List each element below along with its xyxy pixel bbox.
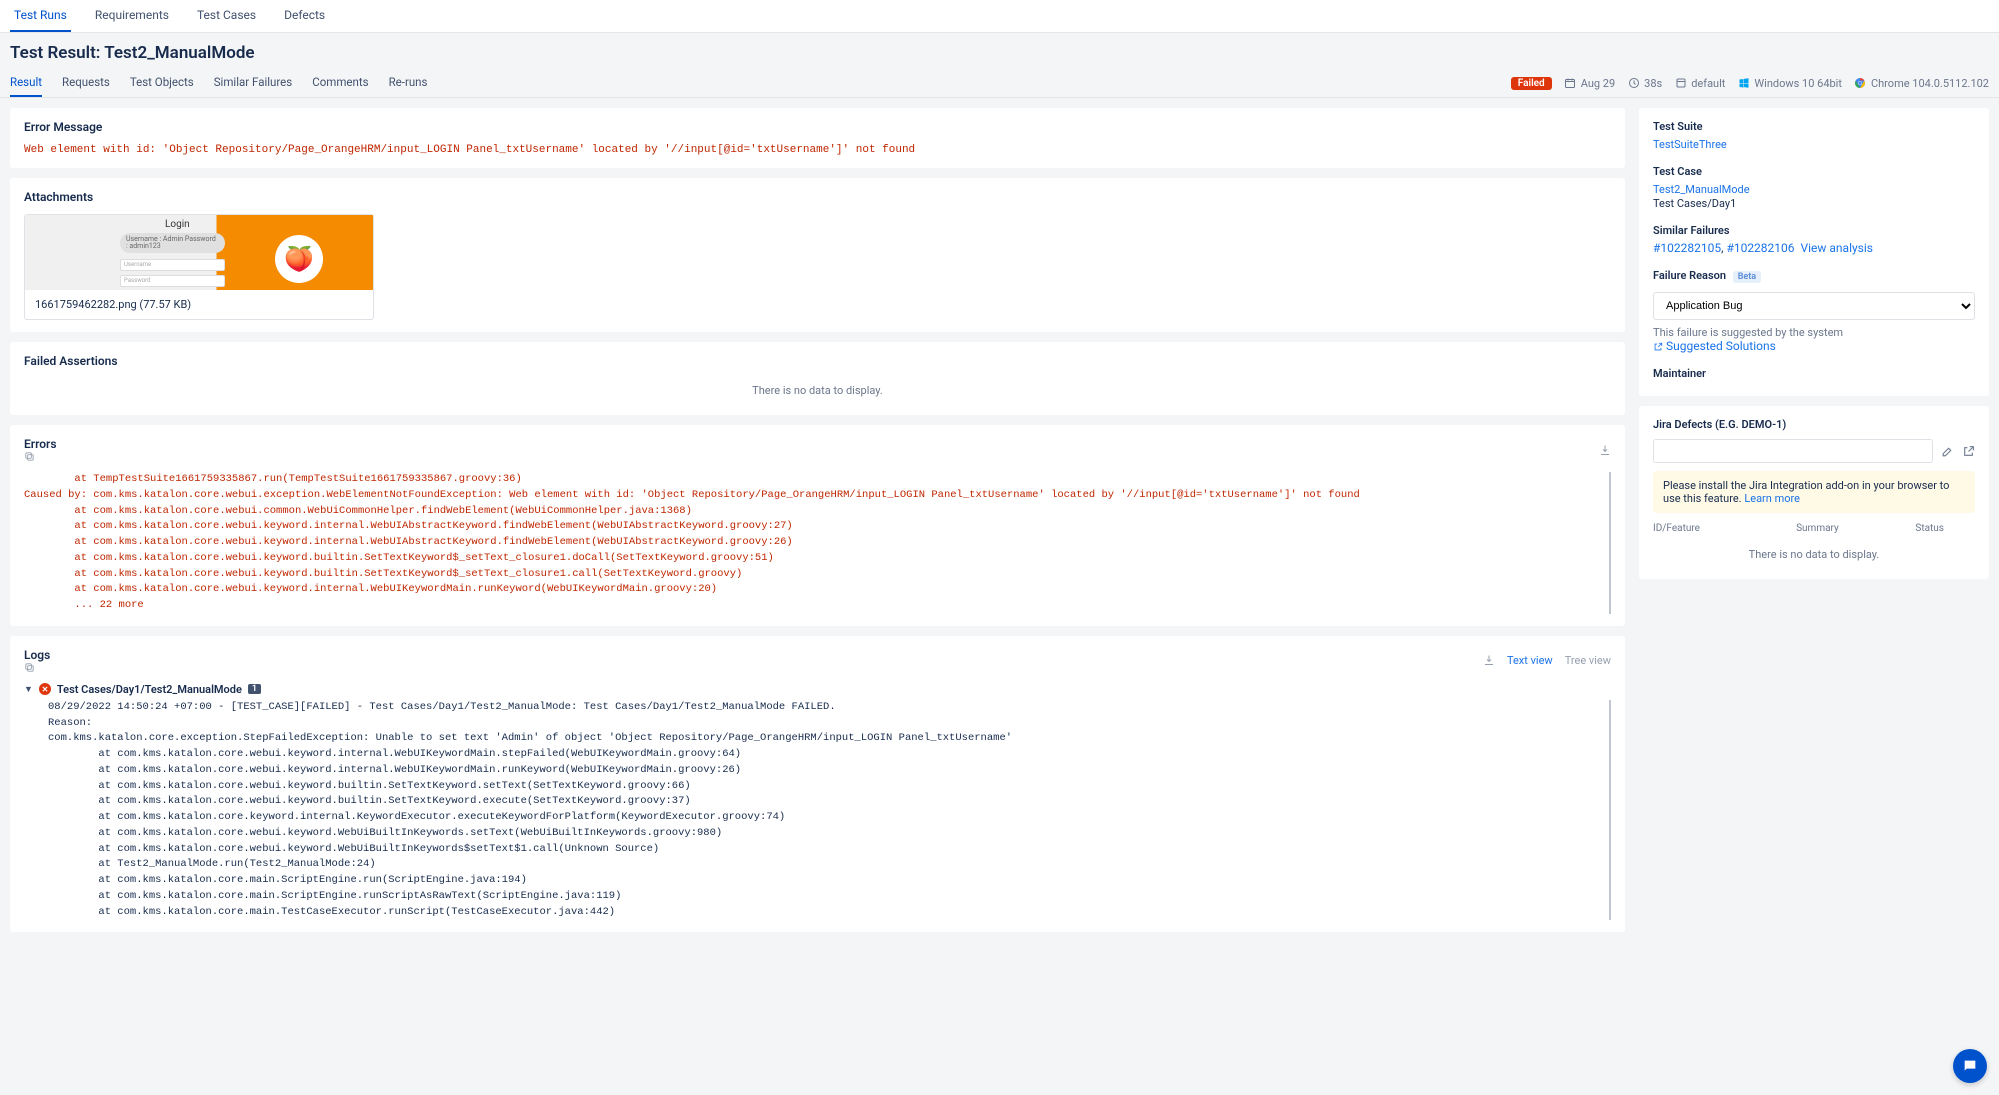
tab-test-runs[interactable]: Test Runs	[10, 0, 71, 32]
sidebar-info-card: Test Suite TestSuiteThree Test Case Test…	[1639, 108, 1989, 396]
copy-errors-icon[interactable]	[24, 451, 63, 462]
card-title-attachments: Attachments	[24, 190, 1611, 204]
subtab-test-objects[interactable]: Test Objects	[130, 69, 194, 97]
sub-nav: Result Requests Test Objects Similar Fai…	[10, 69, 427, 97]
errors-card: Errors at TempTestSuite1661759335867.run…	[10, 425, 1625, 626]
similar-failure-link-1[interactable]: #102282105	[1653, 241, 1721, 255]
chevron-down-icon[interactable]: ▼	[24, 684, 33, 695]
thumb-creds: Username : Admin Password : admin123	[120, 233, 225, 253]
subtab-requests[interactable]: Requests	[62, 69, 110, 97]
jira-defects-card: Jira Defects (E.G. DEMO-1) Please instal…	[1639, 406, 1989, 579]
sub-nav-row: Result Requests Test Objects Similar Fai…	[0, 69, 1999, 98]
jira-table-header: ID/Feature Summary Status	[1653, 523, 1975, 534]
page-title: Test Result: Test2_ManualMode	[10, 43, 1989, 63]
meta-duration: 38s	[1644, 77, 1662, 90]
copy-logs-icon[interactable]	[24, 662, 56, 673]
failed-assertions-nodata: There is no data to display.	[24, 378, 1611, 403]
log-tree-count-badge: 1	[248, 684, 261, 694]
chat-bubble-button[interactable]	[1953, 1049, 1987, 1083]
attachment-filename: 1661759462282.png (77.57 KB)	[25, 290, 373, 319]
card-title-error-message: Error Message	[24, 120, 1611, 134]
subtab-result[interactable]: Result	[10, 69, 42, 97]
fail-icon: ✕	[39, 683, 51, 695]
log-tree-item-label[interactable]: Test Cases/Day1/Test2_ManualMode	[57, 683, 242, 696]
view-analysis-link[interactable]: View analysis	[1800, 241, 1873, 255]
windows-icon	[1737, 77, 1750, 90]
col-summary: Summary	[1796, 523, 1915, 534]
col-status: Status	[1915, 523, 1975, 534]
meta-os: Windows 10 64bit	[1754, 77, 1842, 90]
logs-body[interactable]: 08/29/2022 14:50:24 +07:00 - [TEST_CASE]…	[48, 700, 1611, 920]
test-suite-link[interactable]: TestSuiteThree	[1653, 138, 1727, 151]
external-link-icon[interactable]	[1962, 445, 1975, 458]
subtab-reruns[interactable]: Re-runs	[389, 69, 428, 97]
card-title-failed-assertions: Failed Assertions	[24, 354, 1611, 368]
top-nav: Test Runs Requirements Test Cases Defect…	[0, 0, 1999, 33]
profile-icon	[1674, 77, 1687, 90]
meta-profile: default	[1691, 77, 1725, 90]
download-errors-icon[interactable]	[1599, 444, 1611, 456]
col-id: ID/Feature	[1653, 523, 1796, 534]
tab-defects[interactable]: Defects	[280, 0, 329, 32]
meta-date: Aug 29	[1581, 77, 1615, 90]
jira-info-banner: Please install the Jira Integration add-…	[1653, 471, 1975, 513]
suggested-solutions-link[interactable]: Suggested Solutions	[1653, 339, 1776, 353]
side-label-jira-defects: Jira Defects (E.G. DEMO-1)	[1653, 418, 1975, 431]
card-title-logs: Logs	[24, 648, 50, 662]
side-label-similar-failures: Similar Failures	[1653, 224, 1975, 237]
status-badge: Failed	[1511, 77, 1552, 90]
edit-icon[interactable]	[1941, 445, 1954, 458]
attachments-card: Attachments Login Username : Admin Passw…	[10, 178, 1625, 332]
failure-reason-select[interactable]: Application Bug	[1653, 292, 1975, 320]
attachment-item[interactable]: Login Username : Admin Password : admin1…	[24, 214, 374, 320]
thumb-password: Password	[120, 275, 225, 287]
side-label-test-case: Test Case	[1653, 165, 1975, 178]
chrome-icon	[1854, 77, 1867, 90]
card-title-errors: Errors	[24, 437, 57, 451]
tab-requirements[interactable]: Requirements	[91, 0, 173, 32]
side-label-failure-reason: Failure Reason Beta	[1653, 269, 1975, 282]
thumb-login-text: Login	[165, 219, 190, 230]
error-message-text: Web element with id: 'Object Repository/…	[24, 144, 1611, 156]
subtab-comments[interactable]: Comments	[312, 69, 368, 97]
test-case-path: Test Cases/Day1	[1653, 197, 1736, 210]
beta-badge: Beta	[1733, 271, 1761, 283]
page-header: Test Result: Test2_ManualMode	[0, 33, 1999, 63]
thumb-username: Username	[120, 259, 225, 271]
jira-defect-input[interactable]	[1653, 439, 1933, 463]
jira-nodata: There is no data to display.	[1653, 534, 1975, 567]
logs-text-view[interactable]: Text view	[1507, 654, 1553, 667]
download-logs-icon[interactable]	[1483, 654, 1495, 666]
thumb-logo: 🍑	[275, 235, 323, 283]
failure-reason-hint: This failure is suggested by the system	[1653, 326, 1975, 339]
side-label-test-suite: Test Suite	[1653, 120, 1975, 133]
clock-icon	[1627, 77, 1640, 90]
test-case-link[interactable]: Test2_ManualMode	[1653, 183, 1750, 196]
error-message-card: Error Message Web element with id: 'Obje…	[10, 108, 1625, 168]
tab-test-cases[interactable]: Test Cases	[193, 0, 260, 32]
subtab-similar-failures[interactable]: Similar Failures	[214, 69, 292, 97]
learn-more-link[interactable]: Learn more	[1744, 492, 1800, 505]
logs-tree-view[interactable]: Tree view	[1565, 654, 1611, 667]
meta-right: Failed Aug 29 38s default Windows 10 64b…	[1511, 77, 1989, 90]
failed-assertions-card: Failed Assertions There is no data to di…	[10, 342, 1625, 415]
similar-failure-link-2[interactable]: #102282106	[1726, 241, 1794, 255]
attachment-thumbnail: Login Username : Admin Password : admin1…	[25, 215, 373, 290]
side-label-maintainer: Maintainer	[1653, 367, 1975, 380]
meta-browser: Chrome 104.0.5112.102	[1871, 77, 1989, 90]
logs-card: Logs Text view Tree view ▼ ✕ Test Cases/…	[10, 636, 1625, 932]
errors-stacktrace[interactable]: at TempTestSuite1661759335867.run(TempTe…	[24, 472, 1611, 614]
calendar-icon	[1564, 77, 1577, 90]
